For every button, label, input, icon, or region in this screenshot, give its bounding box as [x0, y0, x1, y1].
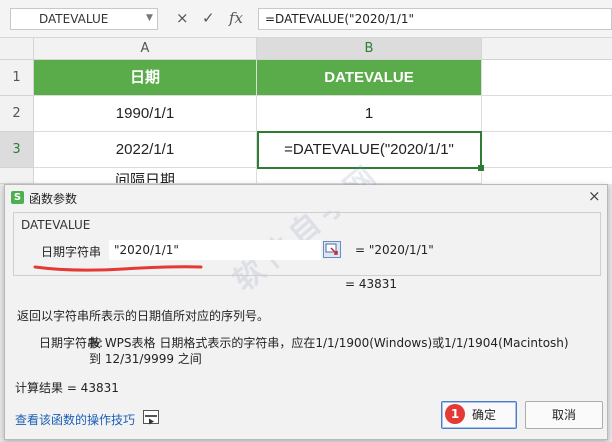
row-header-3[interactable]: 3 [0, 132, 34, 168]
cell-b2[interactable]: 1 [257, 96, 482, 132]
enter-formula-icon[interactable]: ✓ [202, 9, 215, 27]
formula-input[interactable]: =DATEVALUE("2020/1/1" [258, 8, 612, 30]
function-name: DATEVALUE [21, 218, 91, 232]
select-all-corner[interactable] [0, 38, 34, 60]
formula-result-value: = 43831 [345, 277, 398, 291]
function-arguments-dialog: 软件自学网 S 函数参数 × DATEVALUE 日期字符串 "2020/1/1… [4, 156, 608, 440]
parameter-description: 按 WPS表格 日期格式表示的字符串，应在1/1/1900(Windows)或1… [89, 336, 569, 350]
date-text-input[interactable]: "2020/1/1" [109, 240, 321, 260]
fill-handle[interactable] [478, 165, 484, 171]
red-underline-annotation [33, 265, 203, 272]
chevron-down-icon[interactable]: ▼ [146, 13, 153, 23]
name-box[interactable]: DATEVALUE [10, 8, 158, 30]
function-description: 返回以字符串所表示的日期值所对应的序列号。 [17, 309, 270, 323]
cell-c3[interactable] [482, 132, 612, 168]
dialog-titlebar[interactable] [5, 185, 607, 211]
function-tips-link[interactable]: 查看该函数的操作技巧 [15, 411, 135, 428]
parameter-description-cont: 到 12/31/9999 之间 [89, 352, 202, 366]
ok-label: 确定 [471, 408, 496, 422]
row-header-1[interactable]: 1 [0, 60, 34, 96]
argument-label: 日期字符串 [41, 245, 102, 259]
cell-a2[interactable]: 1990/1/1 [34, 96, 257, 132]
cancel-button[interactable]: 取消 [525, 401, 603, 429]
calculation-result: 计算结果 = 43831 [15, 381, 119, 395]
column-header-a[interactable]: A [34, 38, 257, 60]
step-badge: 1 [445, 404, 465, 424]
column-header-b[interactable]: B [257, 38, 482, 60]
cell-c1[interactable] [482, 60, 612, 96]
close-icon[interactable]: × [588, 187, 601, 205]
row-header-2[interactable]: 2 [0, 96, 34, 132]
row-header-4[interactable] [0, 168, 34, 184]
wps-sheet-icon: S [11, 191, 24, 204]
argument-evaluated-value: = "2020/1/1" [355, 243, 434, 257]
insert-function-icon[interactable]: fx [229, 9, 243, 27]
cancel-formula-icon[interactable]: × [176, 9, 189, 27]
video-play-icon[interactable] [143, 410, 159, 425]
column-header-c[interactable] [482, 38, 612, 60]
cell-a1[interactable]: 日期 [34, 60, 257, 96]
cell-c2[interactable] [482, 96, 612, 132]
collapse-dialog-icon[interactable] [323, 241, 341, 258]
cell-a3[interactable]: 2022/1/1 [34, 132, 257, 168]
cell-a4[interactable]: 间隔日期 [34, 168, 257, 184]
dialog-title: 函数参数 [29, 192, 78, 206]
cell-b1[interactable]: DATEVALUE [257, 60, 482, 96]
